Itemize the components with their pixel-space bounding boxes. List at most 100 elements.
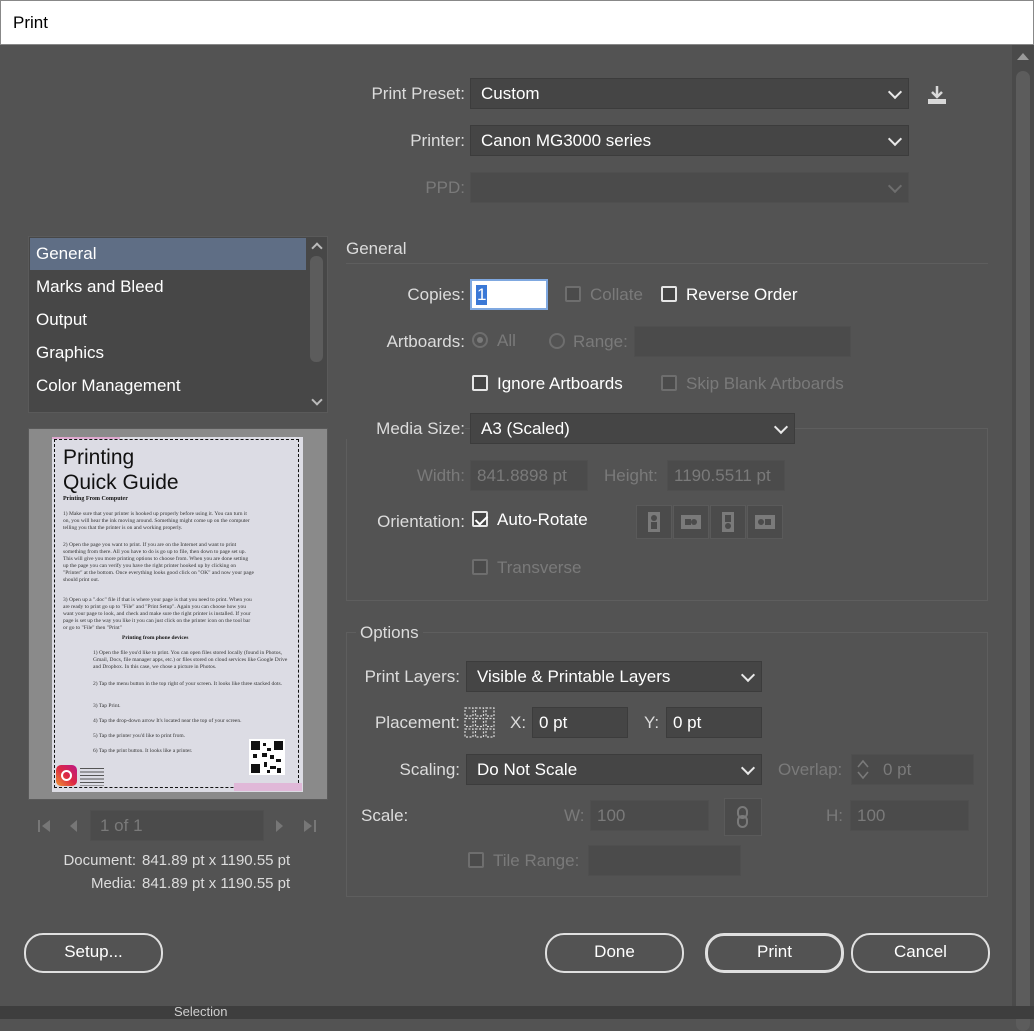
doc-subtitle: Printing From Computer [63, 496, 128, 502]
copies-input[interactable]: 1 [470, 279, 548, 310]
scale-w-input[interactable]: 100 [590, 800, 709, 831]
scroll-up-arrow-icon[interactable] [1017, 53, 1029, 60]
print-button[interactable]: Print [705, 933, 844, 973]
scale-h-input[interactable]: 100 [850, 800, 969, 831]
scale-w-label: W: [564, 806, 585, 825]
portrait-orientation-icon[interactable] [636, 505, 672, 539]
scale-label: Scale: [361, 806, 409, 825]
artboards-all-radio[interactable] [472, 332, 488, 348]
chevron-up-icon[interactable] [311, 242, 323, 254]
save-preset-icon[interactable] [926, 84, 948, 106]
artboards-label: Artboards: [386, 332, 465, 351]
transverse-label: Transverse [497, 558, 582, 577]
transverse-checkbox[interactable] [472, 559, 488, 575]
scale-h-label: H: [826, 806, 843, 825]
reverse-portrait-orientation-icon[interactable] [710, 505, 746, 539]
copies-value: 1 [476, 284, 488, 305]
preview-page[interactable]: Printing Quick Guide Printing From Compu… [52, 437, 303, 792]
tile-range-input[interactable] [588, 845, 741, 876]
placement-x-input[interactable]: 0 pt [532, 707, 628, 738]
reverse-order-checkbox[interactable] [661, 286, 677, 302]
scaling-select[interactable]: Do Not Scale [466, 754, 762, 785]
window-scrollbar[interactable] [1012, 45, 1034, 1031]
constrain-proportions-link-icon[interactable] [724, 798, 762, 836]
media-size-value: A3 (Scaled) [481, 418, 570, 438]
sidebar-item-output[interactable]: Output [30, 304, 306, 336]
sidebar-item-general[interactable]: General [30, 238, 306, 270]
first-page-icon[interactable] [37, 818, 51, 834]
sidebar-item-marks-and-bleed[interactable]: Marks and Bleed [30, 271, 306, 303]
doc-paragraph-1: 1) Make sure that your printer is hooked… [63, 511, 250, 531]
height-input[interactable]: 1190.5511 pt [667, 460, 785, 491]
print-preset-label: Print Preset: [371, 84, 465, 103]
window-title: Print [13, 13, 48, 32]
artboards-range-label: Range: [573, 332, 628, 351]
pink-bleed-marker [52, 437, 120, 445]
media-size-info-value: 841.89 pt x 1190.55 pt [142, 875, 291, 892]
placement-grid-icon[interactable] [464, 707, 495, 738]
scroll-thumb[interactable] [1016, 71, 1030, 1031]
social-handle-lines [80, 768, 104, 786]
width-input[interactable]: 841.8898 pt [470, 460, 588, 491]
page-number-field[interactable]: 1 of 1 [90, 810, 264, 841]
reverse-order-label: Reverse Order [686, 285, 798, 304]
tile-range-checkbox[interactable] [468, 852, 484, 868]
sidebar-item-color-management[interactable]: Color Management [30, 370, 306, 402]
scale-w-value: 100 [597, 805, 626, 825]
options-section-title: Options [356, 623, 423, 643]
print-layers-label: Print Layers: [364, 667, 460, 686]
next-page-icon[interactable] [274, 818, 286, 834]
auto-rotate-checkbox[interactable] [472, 511, 488, 527]
collate-checkbox[interactable] [565, 286, 581, 302]
reverse-landscape-orientation-icon[interactable] [747, 505, 783, 539]
instagram-lens [61, 770, 72, 781]
title-bar: Print [0, 0, 1034, 45]
copies-label: Copies: [407, 285, 465, 304]
media-size-select[interactable]: A3 (Scaled) [470, 413, 795, 444]
sidebar-scrollbar[interactable] [308, 238, 326, 411]
height-value: 1190.5511 pt [674, 465, 771, 485]
doc-step-4: 4) Tap the drop-down arrow It's located … [93, 718, 242, 724]
placement-y-label: Y: [644, 713, 660, 732]
ignore-artboards-label: Ignore Artboards [497, 374, 623, 393]
artboards-range-radio[interactable] [549, 333, 565, 349]
print-preset-select[interactable]: Custom [470, 78, 909, 109]
scale-h-value: 100 [857, 805, 886, 825]
width-label: Width: [416, 466, 465, 485]
underlying-app-strip: Selection [0, 1006, 1034, 1019]
ppd-select[interactable] [470, 172, 909, 203]
general-section-title: General [346, 239, 407, 258]
document-size-value: 841.89 pt x 1190.55 pt [142, 852, 291, 869]
printer-label: Printer: [410, 131, 465, 150]
last-page-icon[interactable] [303, 818, 317, 834]
sidebar-item-graphics[interactable]: Graphics [30, 337, 306, 369]
collate-label: Collate [590, 285, 643, 304]
overlap-stepper-icon[interactable] [856, 756, 870, 783]
cancel-button[interactable]: Cancel [851, 933, 990, 973]
page-indicator: 1 of 1 [100, 815, 143, 835]
chevron-down-icon [773, 419, 789, 434]
artboards-range-input[interactable] [634, 326, 851, 357]
setup-button[interactable]: Setup... [24, 933, 163, 973]
previous-page-icon[interactable] [67, 818, 79, 834]
placement-x-label: X: [510, 713, 527, 732]
doc-title-line-2: Quick Guide [63, 471, 179, 494]
overlap-label: Overlap: [778, 760, 843, 779]
printer-select[interactable]: Canon MG3000 series [470, 125, 909, 156]
done-button[interactable]: Done [545, 933, 684, 973]
doc-step-2: 2) Tap the menu button in the top right … [93, 681, 283, 687]
chevron-down-icon [740, 667, 756, 682]
artboards-all-label: All [497, 331, 516, 350]
landscape-orientation-icon[interactable] [673, 505, 709, 539]
instagram-logo-icon [56, 765, 77, 786]
chevron-down-icon [887, 178, 903, 193]
placement-y-input[interactable]: 0 pt [666, 707, 762, 738]
ignore-artboards-checkbox[interactable] [472, 375, 488, 391]
chevron-down-icon[interactable] [311, 394, 323, 406]
print-layers-select[interactable]: Visible & Printable Layers [466, 661, 762, 692]
skip-blank-artboards-checkbox[interactable] [661, 375, 677, 391]
orientation-label: Orientation: [377, 512, 465, 531]
chevron-down-icon [887, 84, 903, 99]
sidebar-scroll-thumb[interactable] [310, 256, 323, 362]
scaling-label: Scaling: [399, 760, 460, 779]
